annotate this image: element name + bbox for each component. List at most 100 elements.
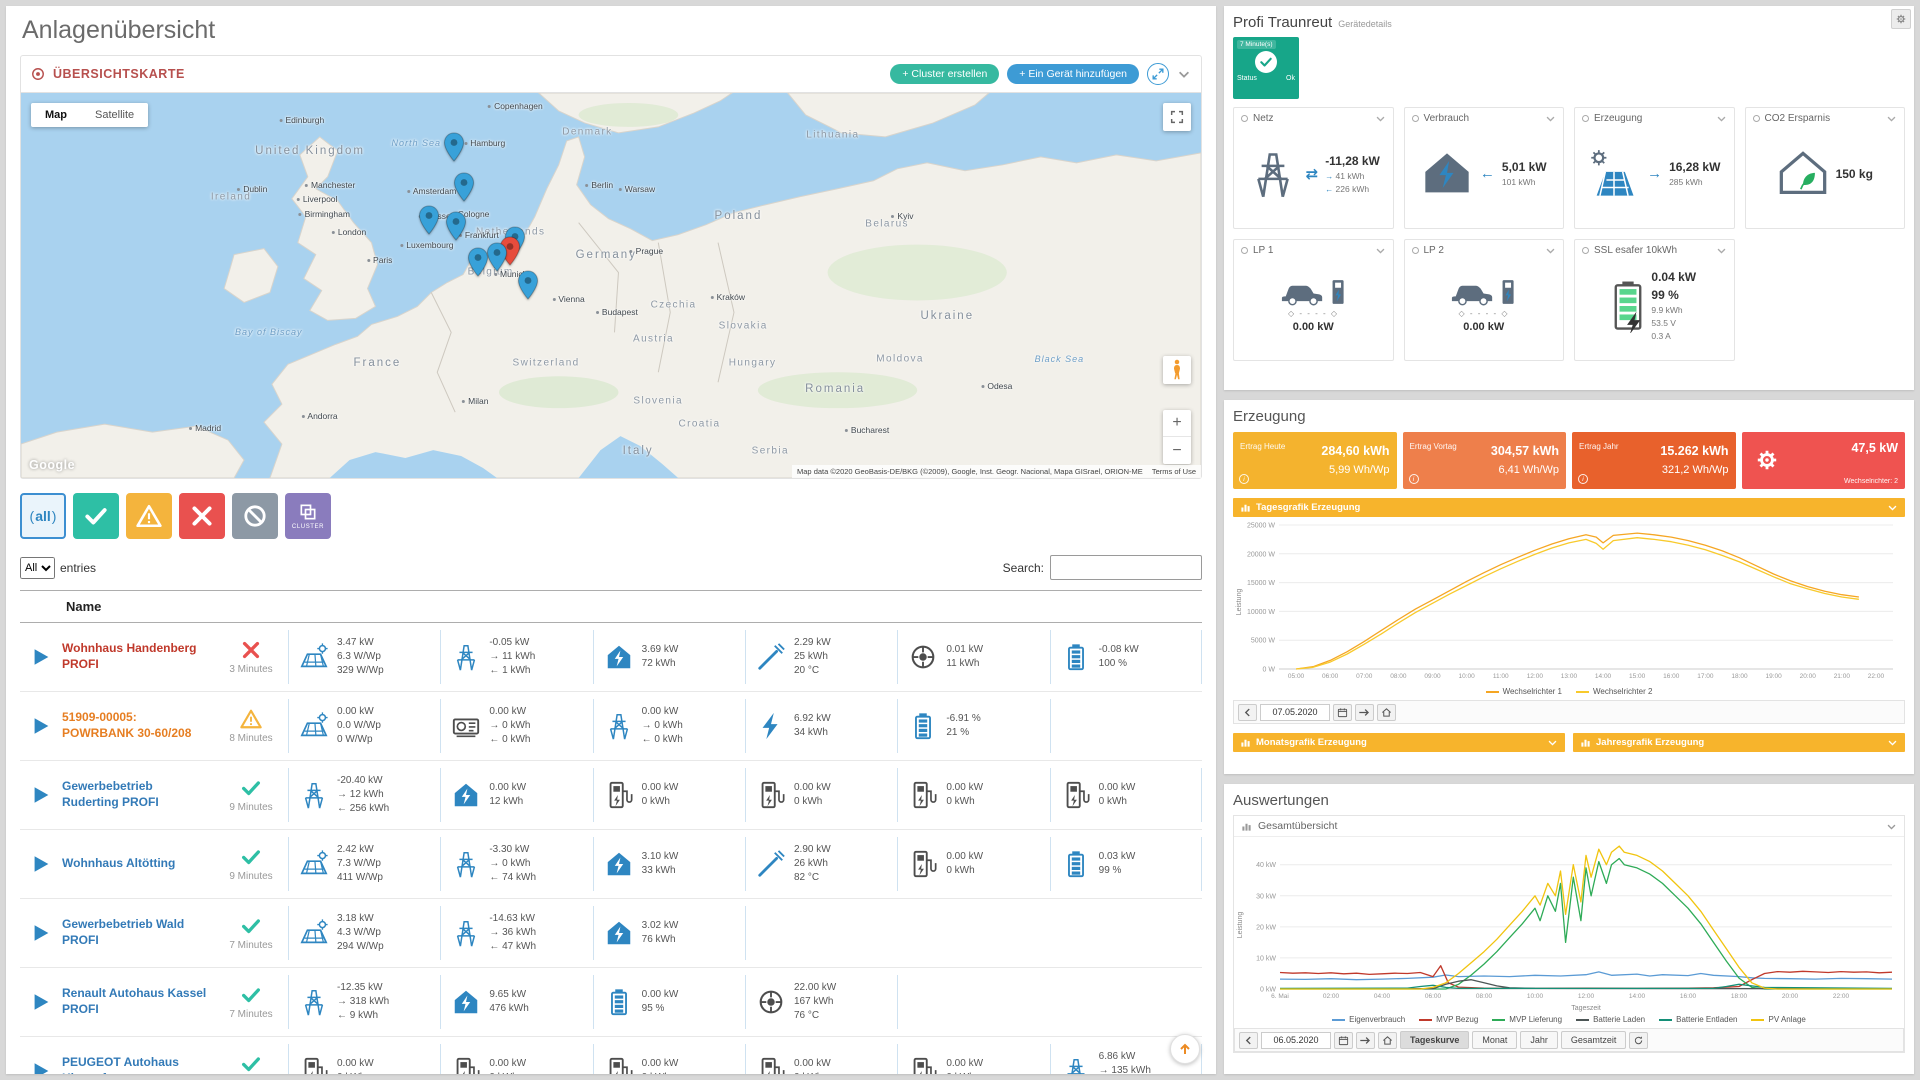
metric-cell: 3.10 kW33 kWh [593,837,745,891]
tab-monat[interactable]: Monat [1472,1031,1517,1049]
info-icon[interactable]: i [1409,474,1419,484]
day-chart-date-field[interactable]: 07.05.2020 [1260,704,1330,721]
zoom-out-button[interactable]: − [1163,437,1191,464]
month-chart-header[interactable]: Monatsgrafik Erzeugung [1233,733,1565,752]
charging-post-icon [1500,278,1517,306]
map-pin-blue[interactable] [445,211,467,241]
filter-warning-button[interactable] [126,493,172,539]
fullscreen-button[interactable] [1163,103,1191,131]
plant-name-link[interactable]: Renault Autohaus Kassel PROFI [62,986,214,1017]
overall-chart-header[interactable]: Gesamtübersicht [1234,816,1904,837]
filter-offline-button[interactable] [232,493,278,539]
scroll-top-button[interactable] [1170,1034,1200,1064]
chevron-down-icon[interactable] [1375,245,1386,256]
overall-chart-home-button[interactable] [1378,1032,1397,1049]
add-device-button[interactable]: + Ein Gerät hinzufügen [1007,64,1139,84]
expand-map-button[interactable] [1147,63,1169,85]
row-play-button[interactable] [20,715,62,737]
tab-gesamtzeit[interactable]: Gesamtzeit [1561,1031,1627,1049]
metric-cell: 0.00 kW0 kWh [288,1044,440,1074]
consumption-icon [451,780,481,810]
card-status-dot [1582,115,1589,122]
map-type-satellite-button[interactable]: Satellite [81,103,148,127]
day-chart-home-button[interactable] [1377,704,1396,721]
create-cluster-button[interactable]: + Cluster erstellen [890,64,999,84]
settings-gear-button[interactable] [1891,9,1911,29]
map-type-map-button[interactable]: Map [31,103,81,127]
charging-station-icon [908,1056,938,1074]
row-play-button[interactable] [20,1060,62,1074]
day-chart-calendar-button[interactable] [1333,704,1352,721]
overall-chart-refresh-button[interactable] [1629,1032,1648,1049]
row-play-button[interactable] [20,853,62,875]
metric-cell: -3.30 kW→ 0 kWh← 74 kWh [440,837,592,891]
year-chart-header[interactable]: Jahresgrafik Erzeugung [1573,733,1905,752]
row-play-button[interactable] [20,784,62,806]
chevron-down-icon[interactable] [1716,245,1727,256]
metric-values: 0.00 kW0 kWh [489,1057,526,1074]
row-play-button[interactable] [20,922,62,944]
overall-chart-prev-button[interactable] [1239,1032,1258,1049]
overall-chart-card: Gesamtübersicht 0 kW10 kW20 kW30 kW40 kW… [1233,815,1905,1053]
plant-name-link[interactable]: Wohnhaus Altötting [62,856,214,872]
svg-text:Leistung: Leistung [1237,912,1244,939]
entries-length-select[interactable]: All [20,557,55,579]
row-play-button[interactable] [20,646,62,668]
tab-jahr[interactable]: Jahr [1520,1031,1558,1049]
svg-text:15:00: 15:00 [1629,673,1646,680]
search-input[interactable] [1050,555,1202,580]
street-view-pegman[interactable] [1163,356,1191,384]
status-warning-icon [240,708,262,730]
overall-chart-date-field[interactable]: 06.05.2020 [1261,1032,1331,1049]
map-pin-blue[interactable] [517,270,539,300]
chevron-down-icon[interactable] [1545,245,1556,256]
chevron-down-icon[interactable] [1886,113,1897,124]
info-icon[interactable]: i [1239,474,1249,484]
metric-cell-empty [897,975,1049,1029]
charging-station-icon [604,780,634,810]
map-pin-blue[interactable] [453,172,475,202]
day-chart-prev-button[interactable] [1238,704,1257,721]
overall-chart-next-button[interactable] [1356,1032,1375,1049]
filter-error-button[interactable] [179,493,225,539]
tab-tageskurve[interactable]: Tageskurve [1400,1031,1469,1049]
filter-cluster-button[interactable]: CLUSTER [285,493,331,539]
map-pin-blue[interactable] [467,247,489,277]
day-chart-header[interactable]: Tagesgrafik Erzeugung [1233,498,1905,517]
info-icon[interactable]: i [1578,474,1588,484]
map-pin-blue[interactable] [418,205,440,235]
car-icon [1280,279,1326,306]
plant-name-link[interactable]: Wohnhaus Handenberg PROFI [62,641,214,672]
solar-generation-icon [1588,148,1640,200]
status-ok-check-icon [1255,51,1277,73]
zoom-in-button[interactable]: + [1163,410,1191,437]
chevron-down-icon[interactable] [1545,113,1556,124]
map-pin-blue[interactable] [486,242,508,272]
plant-name-link[interactable]: Gewerbebetrieb Wald PROFI [62,917,214,948]
filter-all-button[interactable]: all [20,493,66,539]
generator-icon [451,711,481,741]
collapse-map-chevron-icon[interactable] [1177,67,1191,81]
battery-icon [908,711,938,741]
yield-tiles-row: Ertrag Heute284,60 kWh5,99 Wh/WpiErtrag … [1233,432,1905,489]
day-chart-next-button[interactable] [1355,704,1374,721]
last-update-minutes: 9 Minutes [229,802,272,813]
tile-value: 304,57 kWh [1491,443,1559,459]
plant-name-link[interactable]: PEUGEOT Autohaus Klagenfurt [62,1055,214,1074]
plant-name-link[interactable]: 51909-00005: POWRBANK 30-60/208 [62,710,214,741]
metric-cell: 22.00 kW167 kWh76 °C [745,975,897,1029]
filter-ok-button[interactable] [73,493,119,539]
legend-item: PV Anlage [1751,1015,1805,1024]
chevron-down-icon[interactable] [1375,113,1386,124]
generation-title: Erzeugung [1233,408,1905,425]
row-status: 8 Minutes [214,708,288,744]
row-play-button[interactable] [20,991,62,1013]
overall-chart-calendar-button[interactable] [1334,1032,1353,1049]
plant-name-link[interactable]: Gewerbebetrieb Ruderting PROFI [62,779,214,810]
terms-link[interactable]: Terms of Use [1152,467,1196,476]
device-status-tile[interactable]: 7 Minute(s) Status Ok [1233,37,1299,99]
map-pin-blue[interactable] [443,132,465,162]
map-canvas[interactable]: United KingdomIrelandFranceGermanyPoland… [21,92,1201,478]
chevron-down-icon[interactable] [1716,113,1727,124]
solar-panel-icon [299,711,329,741]
